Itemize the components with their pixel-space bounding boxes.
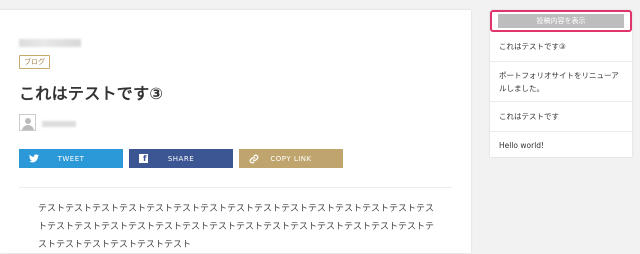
category-tag[interactable]: ブログ — [19, 55, 50, 69]
content-divider — [19, 187, 452, 188]
facebook-icon: f — [138, 153, 149, 164]
post-body: テストテストテストテストテストテストテストテストテストテストテストテストテストテ… — [38, 204, 435, 250]
recent-post-link[interactable]: これはテストです③ — [490, 32, 632, 61]
recent-post-link[interactable]: ポートフォリオサイトをリニューアルしました。 — [490, 61, 632, 101]
copy-link-label: COPY LINK — [270, 154, 312, 163]
author-name-redacted[interactable] — [42, 121, 76, 127]
tweet-label: TWEET — [57, 154, 85, 163]
recent-posts-list: これはテストです③ ポートフォリオサイトをリニューアルしました。 これはテストで… — [490, 32, 632, 159]
recent-post-link[interactable]: Hello world! — [490, 131, 632, 159]
link-icon — [248, 153, 259, 164]
user-avatar-icon — [19, 114, 36, 131]
post-card: ブログ これはテストです③ TWEET f SHARE COPY LINK テス… — [0, 10, 471, 253]
show-post-content-button[interactable]: 投稿内容を表示 — [498, 14, 624, 28]
recent-post-link[interactable]: これはテストです — [490, 101, 632, 131]
twitter-bird-icon — [28, 153, 39, 164]
tweet-button[interactable]: TWEET — [19, 149, 123, 168]
copy-link-button[interactable]: COPY LINK — [239, 149, 343, 168]
post-date-redacted — [19, 39, 81, 47]
facebook-share-button[interactable]: f SHARE — [129, 149, 233, 168]
post-title: これはテストです③ — [19, 84, 164, 103]
share-label: SHARE — [167, 154, 195, 163]
